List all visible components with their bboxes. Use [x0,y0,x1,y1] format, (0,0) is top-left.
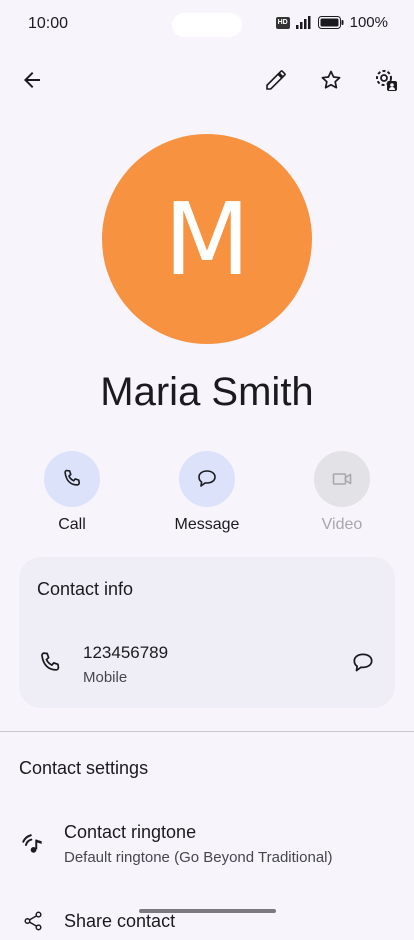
pencil-icon [266,70,286,90]
status-bar: 10:00 HD 100% [0,0,414,48]
message-label: Message [174,516,240,533]
message-bubble-icon [353,653,373,672]
phone-type: Mobile [83,669,128,686]
contact-ringtone-row[interactable]: Contact ringtone Default ringtone (Go Be… [0,810,414,880]
call-action[interactable]: Call [22,451,122,534]
camera-cutout [172,13,242,37]
contact-settings-heading: Contact settings [19,758,149,778]
back-button[interactable] [12,60,52,100]
phone-icon [41,652,60,671]
phone-number[interactable]: 123456789 [83,643,168,663]
video-button [314,451,370,507]
contact-info-title: Contact info [37,579,134,599]
signal-icon [295,16,311,29]
arrow-left-icon [24,72,40,88]
contact-settings-button[interactable] [366,60,406,100]
phone-icon [64,469,80,486]
status-time: 10:00 [28,15,69,32]
message-action[interactable]: Message [157,451,257,534]
send-message-button[interactable] [347,647,379,679]
video-action: Video [292,451,392,534]
call-button[interactable] [44,451,100,507]
ringtone-icon [22,834,42,853]
share-contact-row[interactable]: Share contact [0,900,414,940]
home-indicator[interactable] [139,909,276,913]
message-bubble-icon [198,470,216,487]
battery-percent: 100% [349,14,388,31]
call-label: Call [58,516,86,533]
ringtone-value: Default ringtone (Go Beyond Traditional) [64,849,333,866]
contact-info-card: Contact info 123456789 Mobile [19,557,395,708]
contact-avatar: M [102,134,312,344]
share-icon [24,911,42,931]
section-divider [0,731,414,732]
video-label: Video [321,516,363,533]
contact-name: Maria Smith [100,370,314,414]
star-outline-icon [321,70,341,89]
favorite-button[interactable] [311,60,351,100]
avatar-initial: M [163,180,251,298]
share-contact-title: Share contact [64,911,176,931]
battery-icon [317,16,344,29]
status-icons: HD 100% [275,14,388,31]
video-camera-icon [332,473,352,485]
ringtone-title: Contact ringtone [64,822,197,842]
message-button[interactable] [179,451,235,507]
hd-icon: HD [275,16,290,29]
contact-settings-gear-icon [376,70,397,91]
edit-button[interactable] [256,60,296,100]
